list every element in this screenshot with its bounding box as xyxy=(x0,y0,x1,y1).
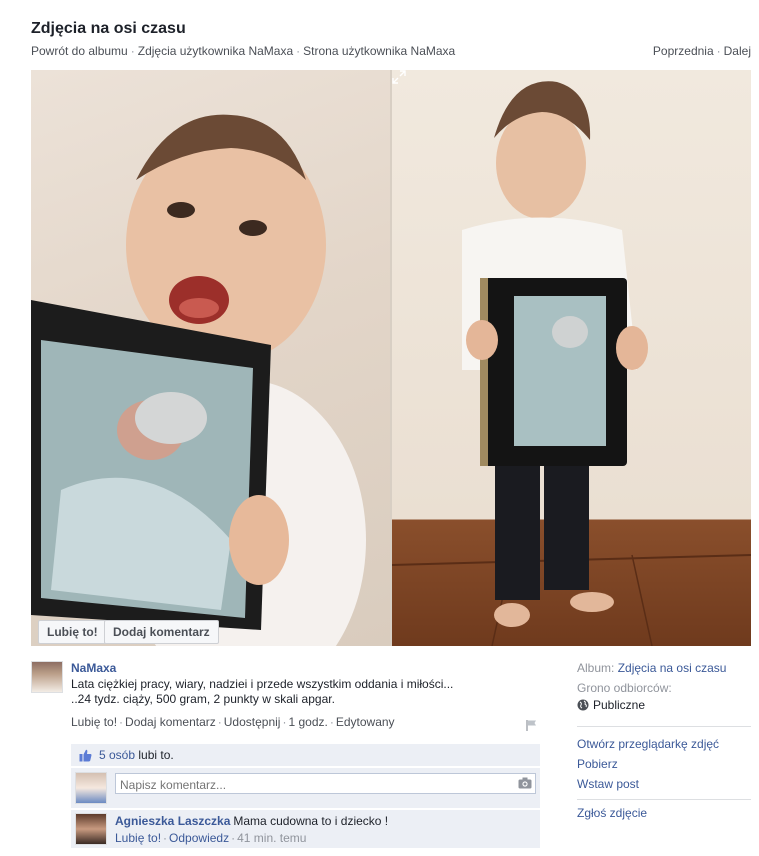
likes-suffix: lubi to. xyxy=(138,748,174,762)
open-photo-viewer-link[interactable]: Otwórz przeglądarkę zdjęć xyxy=(577,737,719,751)
photo-like-button[interactable]: Lubię to! xyxy=(38,620,107,644)
author-avatar[interactable] xyxy=(31,661,63,693)
caption-line-2: ..24 tydz. ciąży, 500 gram, 2 punkty w s… xyxy=(71,692,335,706)
next-link[interactable]: Dalej xyxy=(724,44,751,58)
report-photo-link[interactable]: Zgłoś zdjęcie xyxy=(577,806,647,820)
photo-left-panel: Lubię to! Dodaj komentarz xyxy=(31,70,390,646)
sidebar-divider xyxy=(577,726,751,727)
comment-composer xyxy=(71,768,540,808)
user-photos-link[interactable]: Zdjęcia użytkownika NaMaxa xyxy=(138,44,293,58)
feedback-section: 5 osób lubi to. Agnieszka LaszczkaMama c… xyxy=(71,744,540,848)
user-page-link[interactable]: Strona użytkownika NaMaxa xyxy=(303,44,455,58)
edited-link[interactable]: Edytowany xyxy=(336,715,395,729)
likes-count-link[interactable]: 5 osób xyxy=(99,748,135,762)
audience-text: Publiczne xyxy=(593,698,646,712)
thumbs-up-icon xyxy=(79,749,92,762)
album-label: Album: xyxy=(577,661,615,675)
comment-text: Mama cudowna to i dziecko ! xyxy=(233,814,389,828)
share-link[interactable]: Udostępnij xyxy=(224,715,281,729)
flag-icon[interactable] xyxy=(526,719,538,731)
comment-reply-link[interactable]: Odpowiedz xyxy=(169,831,229,845)
comment-actions: Lubię to! · Odpowiedz · 41 min. temu xyxy=(115,831,307,845)
caption-line-1: Lata ciężkiej pracy, wiary, nadziei i pr… xyxy=(71,677,454,691)
likes-summary: 5 osób lubi to. xyxy=(71,744,540,766)
audience-value[interactable]: Publiczne xyxy=(577,698,645,712)
photo-pager: Poprzednia · Dalej xyxy=(652,44,751,58)
previous-link[interactable]: Poprzednia xyxy=(653,44,714,58)
photo-viewer[interactable]: Lubię to! Dodaj komentarz xyxy=(31,70,751,646)
photo-comment-button[interactable]: Dodaj komentarz xyxy=(104,620,219,644)
post-time[interactable]: 1 godz. xyxy=(288,715,327,729)
post-actions: Lubię to! · Dodaj komentarz · Udostępnij · 1 g… xyxy=(71,715,395,729)
comment-item: Agnieszka Laszczka Mama cudowna to i dzie… xyxy=(71,810,540,848)
author-name[interactable]: NaMaxa xyxy=(71,661,116,675)
add-comment-link[interactable]: Dodaj komentarz xyxy=(125,715,216,729)
current-user-avatar xyxy=(75,772,107,804)
page-title: Zdjęcia na osi czasu xyxy=(31,20,186,37)
commenter-name[interactable]: Agnieszka Laszczka xyxy=(115,814,230,828)
photo-right-panel xyxy=(392,70,751,646)
embed-post-link[interactable]: Wstaw post xyxy=(577,777,639,791)
like-link[interactable]: Lubię to! xyxy=(71,715,117,729)
expand-icon[interactable] xyxy=(392,70,406,84)
comment-input[interactable] xyxy=(115,773,536,794)
audience-label: Grono odbiorców: xyxy=(577,681,672,695)
child-with-tablet-closeup xyxy=(31,114,366,646)
back-to-album-link[interactable]: Powrót do albumu xyxy=(31,44,128,58)
breadcrumb: Powrót do albumu · Zdjęcia użytkownika NaM… xyxy=(31,44,456,58)
album-info: Album: Zdjęcia na osi czasu xyxy=(577,661,726,675)
photo-caption: Lata ciężkiej pracy, wiary, nadziei i pr… xyxy=(71,677,531,707)
commenter-avatar[interactable] xyxy=(75,813,107,845)
camera-icon[interactable] xyxy=(518,777,532,789)
download-link[interactable]: Pobierz xyxy=(577,757,618,771)
album-link[interactable]: Zdjęcia na osi czasu xyxy=(618,661,727,675)
comment-like-link[interactable]: Lubię to! xyxy=(115,831,161,845)
globe-icon xyxy=(577,699,589,711)
comment-body: Agnieszka Laszczka Mama cudowna to i dzie… xyxy=(115,814,388,828)
sidebar-divider xyxy=(577,799,751,800)
comment-time[interactable]: 41 min. temu xyxy=(237,831,306,845)
child-holding-tablet xyxy=(392,81,751,646)
